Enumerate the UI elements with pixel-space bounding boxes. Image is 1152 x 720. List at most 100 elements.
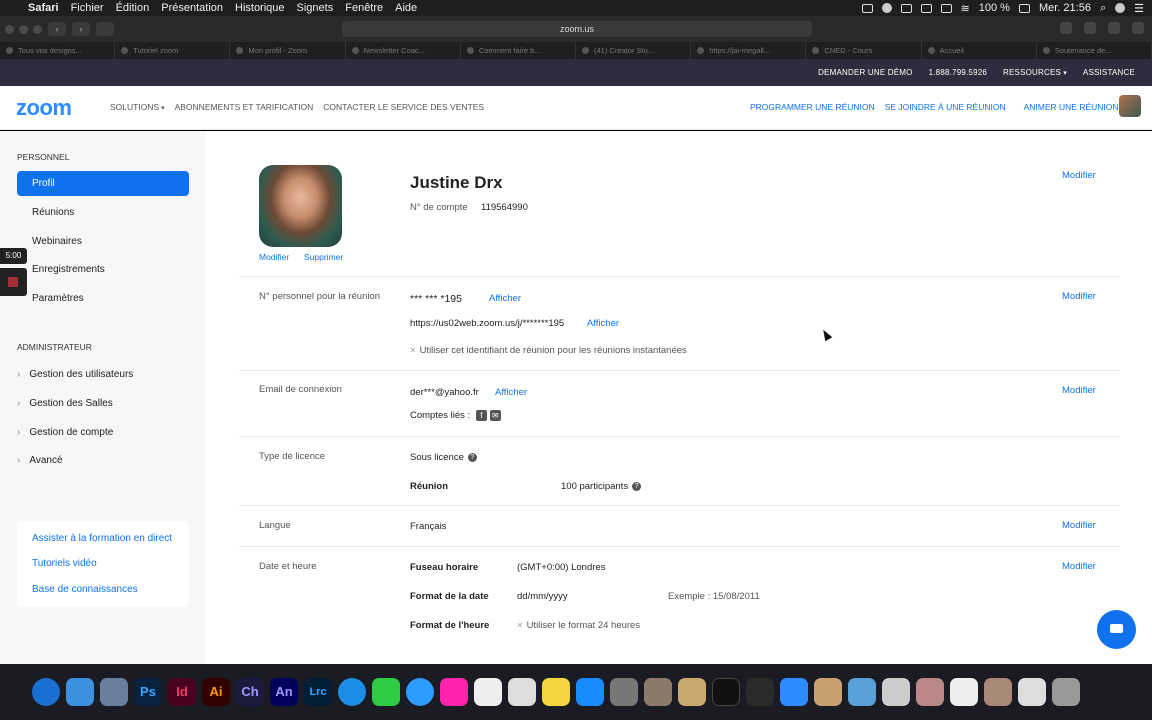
close-window-icon[interactable] [5, 24, 14, 34]
browser-tab[interactable]: Soutenance de... [1037, 42, 1152, 59]
document-dock-icon[interactable] [1018, 678, 1046, 706]
browser-tab[interactable]: Newsletter Coac... [346, 42, 461, 59]
request-demo-link[interactable]: DEMANDER UNE DÉMO [818, 68, 913, 77]
control-center-icon[interactable]: ☰ [1134, 2, 1144, 15]
finder-dock-icon[interactable] [66, 678, 94, 706]
zoom-window-icon[interactable] [33, 24, 42, 34]
siri-icon[interactable] [1115, 3, 1126, 13]
animate-dock-icon[interactable]: An [270, 678, 298, 706]
show-pmi-link[interactable]: Afficher [489, 293, 521, 304]
sidebar-item-webinars[interactable]: Webinaires [17, 229, 189, 254]
menu-fichier[interactable]: Fichier [71, 2, 104, 14]
new-tab-icon[interactable] [1108, 22, 1120, 34]
forward-button[interactable]: › [72, 22, 90, 36]
dropbox-icon[interactable] [900, 3, 912, 13]
reminders-dock-icon[interactable] [508, 678, 536, 706]
document-dock-icon[interactable] [984, 678, 1012, 706]
sidebar-item-user-management[interactable]: Gestion des utilisateurs [17, 369, 133, 380]
browser-tab[interactable]: (41) Creator Stu... [576, 42, 692, 59]
edit-name-link[interactable]: Modifier [1062, 170, 1096, 181]
battery-percent[interactable]: 100 % [979, 2, 1010, 14]
menu-fenetre[interactable]: Fenêtre [345, 2, 383, 14]
menu-clock[interactable]: Mer. 21:56 [1039, 2, 1091, 14]
sidebar-item-room-management[interactable]: Gestion des Salles [17, 398, 112, 409]
camera-icon[interactable] [861, 3, 873, 13]
messages-dock-icon[interactable] [406, 678, 434, 706]
share-icon[interactable] [1084, 22, 1096, 34]
photoshop-dock-icon[interactable]: Ps [134, 678, 162, 706]
edit-language-link[interactable]: Modifier [1062, 520, 1096, 531]
indesign-dock-icon[interactable]: Id [168, 678, 196, 706]
trash-dock-icon[interactable] [1052, 678, 1080, 706]
edit-photo-link[interactable]: Modifier [259, 252, 289, 262]
character-animator-dock-icon[interactable]: Ch [236, 678, 264, 706]
join-meeting-link[interactable]: SE JOINDRE À UNE RÉUNION [885, 102, 1006, 112]
contact-sales-link[interactable]: CONTACTER LE SERVICE DES VENTES [323, 102, 484, 112]
zoom-dock-icon[interactable] [780, 678, 808, 706]
host-meeting-menu[interactable]: ANIMER UNE RÉUNION [1024, 102, 1124, 112]
airplay-icon[interactable] [920, 3, 932, 13]
sidebar-item-settings[interactable]: Paramètres [17, 286, 189, 311]
help-icon[interactable]: ? [632, 481, 642, 491]
sidebar-item-advanced[interactable]: Avancé [17, 455, 62, 466]
battery-icon[interactable] [1018, 3, 1030, 13]
applications-folder-dock-icon[interactable] [848, 678, 876, 706]
chat-button[interactable] [1097, 610, 1136, 649]
system-preferences-dock-icon[interactable] [610, 678, 638, 706]
edit-datetime-link[interactable]: Modifier [1062, 561, 1096, 572]
edit-email-link[interactable]: Modifier [1062, 385, 1096, 396]
menu-historique[interactable]: Historique [235, 2, 285, 14]
sidebar-item-recordings[interactable]: Enregistrements [17, 257, 189, 282]
browser-tab[interactable]: CNED - Cours [806, 42, 922, 59]
browser-tab[interactable]: Accueil [922, 42, 1037, 59]
help-icon[interactable]: ? [467, 452, 477, 462]
download-icon[interactable] [1060, 22, 1072, 34]
browser-tab[interactable]: https://jai-megall... [691, 42, 807, 59]
live-training-link[interactable]: Assister à la formation en direct [32, 533, 172, 544]
timeformat-option[interactable]: × Utiliser le format 24 heures [517, 620, 640, 631]
keychain-dock-icon[interactable] [644, 678, 672, 706]
sidebar-item-account-management[interactable]: Gestion de compte [17, 427, 113, 438]
knowledge-base-link[interactable]: Base de connaissances [32, 584, 138, 595]
photos-dock-icon[interactable] [440, 678, 468, 706]
screen-reader-dock-icon[interactable] [746, 678, 774, 706]
menu-app-name[interactable]: Safari [28, 2, 59, 14]
delete-photo-link[interactable]: Supprimer [304, 252, 343, 262]
browser-tab[interactable]: Tous vos designs... [0, 42, 116, 59]
edit-pmi-link[interactable]: Modifier [1062, 291, 1096, 302]
menu-edition[interactable]: Édition [116, 2, 150, 14]
calendar-dock-icon[interactable] [474, 678, 502, 706]
preview-dock-icon[interactable] [100, 678, 128, 706]
flag-icon[interactable] [940, 3, 952, 13]
browser-tab[interactable]: Tutoriel zoom [115, 42, 231, 59]
app-store-dock-icon[interactable] [576, 678, 604, 706]
menu-aide[interactable]: Aide [395, 2, 417, 14]
tab-overview-icon[interactable] [1132, 22, 1144, 34]
menu-presentation[interactable]: Présentation [161, 2, 223, 14]
search-icon[interactable]: ⌕ [1100, 2, 1106, 15]
sidebar-toggle-icon[interactable] [96, 22, 114, 36]
document-dock-icon[interactable] [950, 678, 978, 706]
video-tutorials-link[interactable]: Tutoriels vidéo [32, 558, 97, 569]
stop-recording-button[interactable] [0, 268, 27, 296]
sidebar-item-meetings[interactable]: Réunions [17, 200, 189, 225]
gear-icon[interactable] [881, 3, 892, 13]
wifi-icon[interactable]: ≋ [961, 2, 970, 15]
document-dock-icon[interactable] [882, 678, 910, 706]
pmi-instant-option[interactable]: × Utiliser cet identifiant de réunion pou… [410, 345, 687, 356]
address-bar[interactable]: zoom.us [342, 21, 812, 37]
activity-monitor-dock-icon[interactable] [712, 678, 740, 706]
notes-dock-icon[interactable] [542, 678, 570, 706]
safari-dock-icon[interactable] [32, 678, 60, 706]
home-folder-dock-icon[interactable] [814, 678, 842, 706]
illustrator-dock-icon[interactable]: Ai [202, 678, 230, 706]
phone-number[interactable]: 1.888.799.5926 [929, 68, 987, 77]
menu-signets[interactable]: Signets [297, 2, 334, 14]
schedule-meeting-link[interactable]: PROGRAMMER UNE RÉUNION [750, 102, 875, 112]
user-avatar[interactable] [1119, 95, 1141, 117]
show-email-link[interactable]: Afficher [495, 387, 527, 398]
sidebar-item-profile[interactable]: Profil [17, 171, 189, 196]
resources-menu[interactable]: RESSOURCES [1003, 68, 1067, 77]
show-pmi-url-link[interactable]: Afficher [587, 318, 619, 329]
document-dock-icon[interactable] [916, 678, 944, 706]
